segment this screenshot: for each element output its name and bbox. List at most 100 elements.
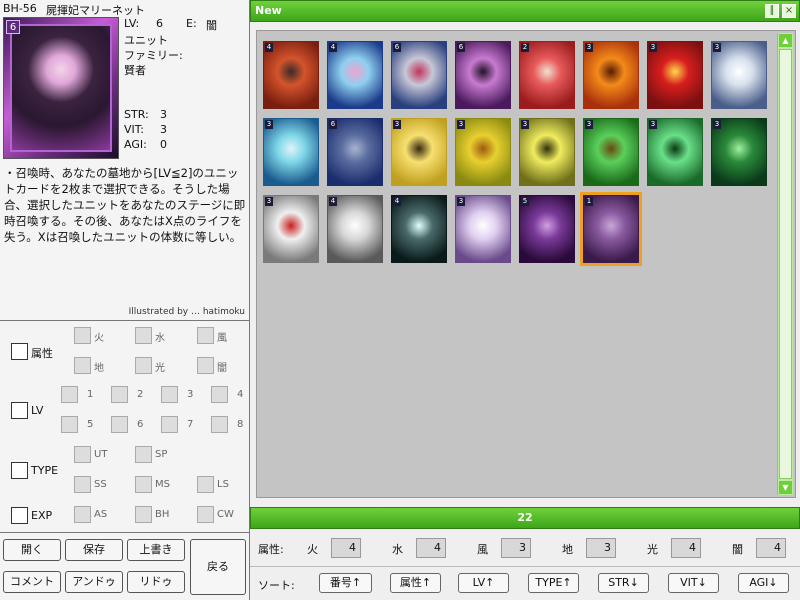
attr-water-label: 水 (155, 333, 165, 344)
attr-light-checkbox[interactable] (135, 357, 152, 374)
attr-fire-count-label: 火 (307, 543, 318, 556)
lv-3-checkbox[interactable] (161, 386, 178, 403)
illustrator-credit: Illustrated by … hatimoku (128, 307, 245, 317)
deck-card[interactable]: 3 (263, 195, 319, 263)
attribute-count-label: 属性: (258, 543, 284, 556)
deck-card[interactable]: 3 (583, 41, 639, 109)
attr-dark-count: 4 (756, 538, 786, 558)
type-filter-checkbox[interactable] (11, 462, 28, 479)
attr-fire-checkbox[interactable] (74, 327, 91, 344)
overwrite-button[interactable]: 上書き (127, 539, 185, 561)
card-level: 3 (585, 43, 593, 52)
lv-8-label: 8 (237, 419, 244, 430)
exp-cw-checkbox[interactable] (197, 506, 214, 523)
scroll-down-icon[interactable]: ▼ (779, 481, 792, 494)
window-title: New (255, 4, 282, 17)
family-label: ファミリー: (124, 49, 183, 62)
save-button[interactable]: 保存 (65, 539, 123, 561)
deck-card[interactable]: 3 (647, 41, 703, 109)
card-level: 5 (521, 197, 529, 206)
type-ut-checkbox[interactable] (74, 446, 91, 463)
vertical-scrollbar[interactable]: ▲ ▼ (777, 33, 793, 495)
deck-card[interactable]: 6 (391, 41, 447, 109)
scrollbar-thumb[interactable] (779, 49, 792, 479)
attr-earth-checkbox[interactable] (74, 357, 91, 374)
deck-card[interactable]: 5 (519, 195, 575, 263)
card-level: 3 (457, 120, 465, 129)
back-button[interactable]: 戻る (190, 539, 246, 595)
scroll-up-icon[interactable]: ▲ (779, 34, 792, 47)
deck-card[interactable]: 3 (391, 118, 447, 186)
redo-button[interactable]: リドゥ (127, 571, 185, 593)
sort-vit-button[interactable]: VIT↓ (668, 573, 719, 593)
window-title-bar[interactable]: New ∥ × (250, 0, 800, 22)
deck-card[interactable]: 4 (327, 195, 383, 263)
open-button[interactable]: 開く (3, 539, 61, 561)
card-level: 6 (329, 120, 337, 129)
deck-card[interactable]: 1 (580, 192, 642, 266)
type-ms-checkbox[interactable] (135, 476, 152, 493)
card-level: 4 (393, 197, 401, 206)
type-ls-checkbox[interactable] (197, 476, 214, 493)
lv-filter-label: LV (31, 404, 44, 417)
lv-1-checkbox[interactable] (61, 386, 78, 403)
lv-6-checkbox[interactable] (111, 416, 128, 433)
deck-card[interactable]: 4 (391, 195, 447, 263)
lv-2-checkbox[interactable] (111, 386, 128, 403)
sort-attribute-button[interactable]: 属性↑ (390, 573, 441, 593)
attr-wind-checkbox[interactable] (197, 327, 214, 344)
card-art (10, 24, 112, 152)
undo-button[interactable]: アンドゥ (65, 571, 123, 593)
sort-lv-button[interactable]: LV↑ (458, 573, 509, 593)
card-level: 3 (265, 120, 273, 129)
card-level: 3 (649, 43, 657, 52)
deck-card[interactable]: 2 (519, 41, 575, 109)
sort-agi-button[interactable]: AGI↓ (738, 573, 789, 593)
sort-str-button[interactable]: STR↓ (598, 573, 649, 593)
lv-5-checkbox[interactable] (61, 416, 78, 433)
type-filter-label: TYPE (31, 464, 59, 477)
attr-dark-checkbox[interactable] (197, 357, 214, 374)
deck-card[interactable]: 3 (711, 118, 767, 186)
deck-card[interactable]: 4 (263, 41, 319, 109)
attr-water-count: 4 (416, 538, 446, 558)
card-level-badge: 6 (6, 20, 20, 34)
type-sp-checkbox[interactable] (135, 446, 152, 463)
deck-card[interactable]: 6 (327, 118, 383, 186)
lv-7-checkbox[interactable] (161, 416, 178, 433)
attribute-filter-checkbox[interactable] (11, 343, 28, 360)
card-level: 3 (713, 43, 721, 52)
type-ls-label: LS (217, 479, 229, 490)
type-ss-label: SS (94, 479, 107, 490)
sort-number-button[interactable]: 番号↑ (319, 573, 372, 593)
attr-water-checkbox[interactable] (135, 327, 152, 344)
card-level: 3 (265, 197, 273, 206)
exp-bh-checkbox[interactable] (135, 506, 152, 523)
lv-filter-checkbox[interactable] (11, 402, 28, 419)
card-level: 3 (713, 120, 721, 129)
lv-4-checkbox[interactable] (211, 386, 228, 403)
card-name: 屍揮妃マリーネット (46, 4, 145, 17)
close-icon[interactable]: × (782, 4, 796, 18)
card-level: 3 (457, 197, 465, 206)
deck-card[interactable]: 3 (583, 118, 639, 186)
deck-card[interactable]: 3 (711, 41, 767, 109)
sort-type-button[interactable]: TYPE↑ (528, 573, 579, 593)
exp-as-checkbox[interactable] (74, 506, 91, 523)
attr-water-count-label: 水 (392, 543, 403, 556)
deck-card[interactable]: 3 (519, 118, 575, 186)
deck-card[interactable]: 3 (647, 118, 703, 186)
type-ss-checkbox[interactable] (74, 476, 91, 493)
comment-button[interactable]: コメント (3, 571, 61, 593)
pause-icon[interactable]: ∥ (765, 4, 779, 18)
lv-label: LV: (124, 17, 140, 30)
deck-card[interactable]: 3 (455, 195, 511, 263)
deck-card[interactable]: 4 (327, 41, 383, 109)
lv-8-checkbox[interactable] (211, 416, 228, 433)
deck-card[interactable]: 3 (263, 118, 319, 186)
card-id: BH-56 (3, 2, 37, 15)
type-value: ユニット (124, 34, 168, 47)
exp-filter-checkbox[interactable] (11, 507, 28, 524)
deck-card[interactable]: 3 (455, 118, 511, 186)
deck-card[interactable]: 6 (455, 41, 511, 109)
